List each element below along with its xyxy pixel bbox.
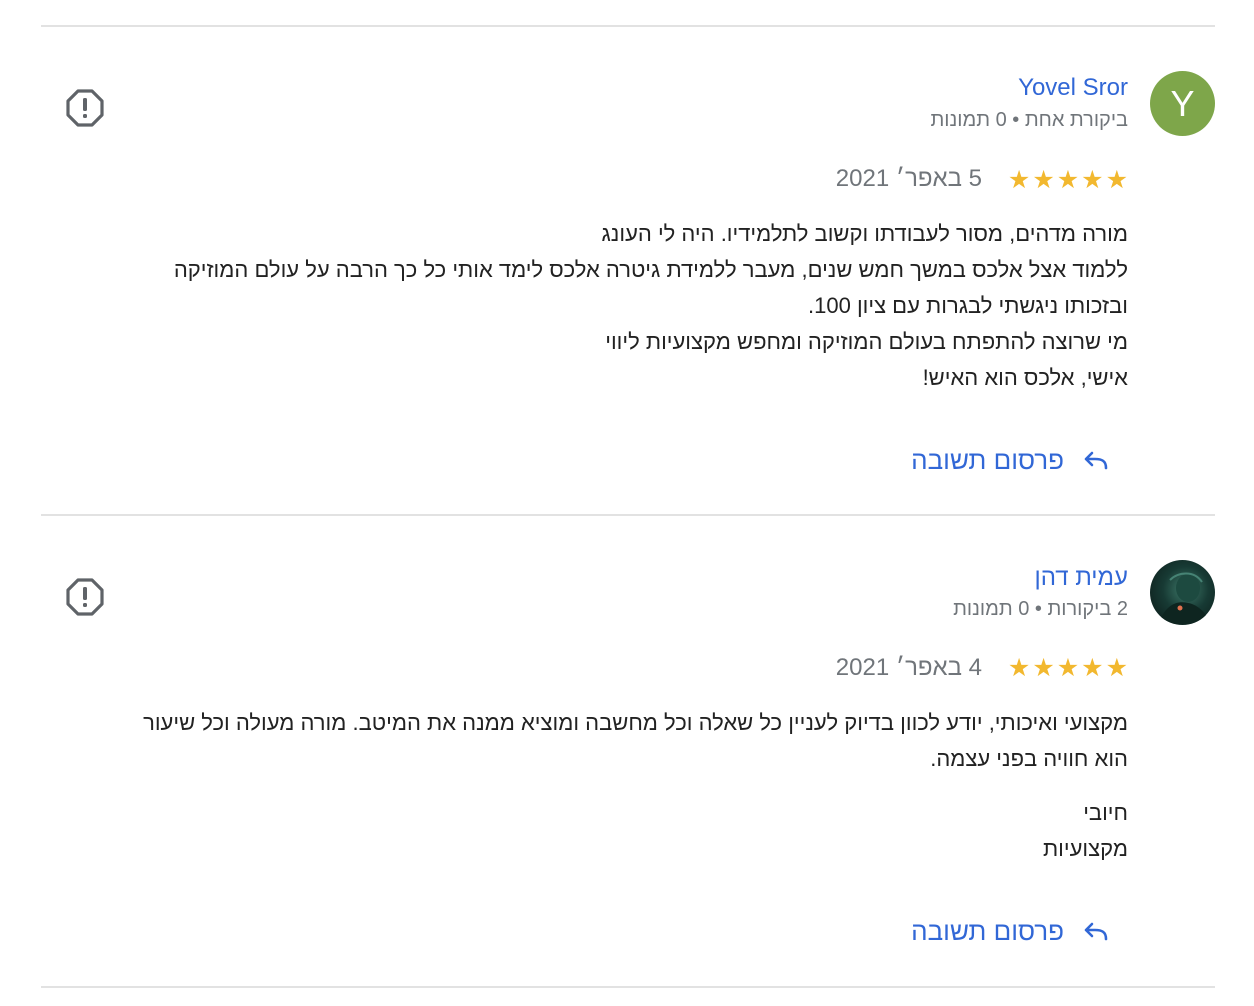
reply-arrow-icon [1084,922,1108,940]
star-icon: ★ [1007,654,1031,682]
star-icon: ★ [1105,166,1128,194]
review-date: 5 באפר׳ 2021 [835,165,982,192]
avatar[interactable] [1150,560,1215,625]
reviewer-name[interactable]: עמית דהן [1035,564,1129,592]
star-icon: ★ [1007,166,1031,194]
star-icon: ★ [1032,654,1055,682]
review-card: עמית דהן 2 ביקורות • 0 תמונות ★ ★ ★ ★ ★ … [41,516,1215,986]
reviewer-meta: ביקורת אחת • 0 תמונות [930,109,1128,131]
reviewer-name[interactable]: Yovel Sror [1018,74,1128,102]
review-date: 4 באפר׳ 2021 [835,654,982,681]
star-icon: ★ [1081,654,1104,682]
star-icon: ★ [1056,654,1080,682]
reply-arrow-icon [1084,451,1108,469]
avatar-letter: Y [1170,82,1195,124]
avatar-photo-icon [1160,572,1210,624]
star-icon: ★ [1056,166,1080,194]
star-rating: ★ ★ ★ ★ ★ [1008,656,1128,681]
reviewer-meta: 2 ביקורות • 0 תמונות [953,598,1128,620]
report-flag-icon[interactable] [66,89,104,127]
review-text: מקצועי ואיכותי, יודע לכוון בדיוק לעניין … [143,710,1128,771]
review-text: מורה מדהים, מסור לעבודתו וקשוב לתלמידיו.… [173,221,1128,390]
divider-bottom [41,986,1215,988]
reply-label: פרסום תשובה [911,916,1064,946]
reply-button[interactable]: פרסום תשובה [911,916,1110,947]
star-icon: ★ [1032,166,1055,194]
avatar[interactable]: Y [1150,71,1215,136]
review-positives: חיובי מקצועיות [1042,800,1128,861]
review-card: Y Yovel Sror ביקורת אחת • 0 תמונות ★ ★ ★… [41,27,1215,515]
reply-button[interactable]: פרסום תשובה [911,445,1110,476]
star-icon: ★ [1081,166,1104,194]
star-rating: ★ ★ ★ ★ ★ [1008,168,1128,193]
star-icon: ★ [1105,654,1128,682]
report-flag-icon[interactable] [66,578,104,616]
reply-label: פרסום תשובה [911,445,1064,475]
